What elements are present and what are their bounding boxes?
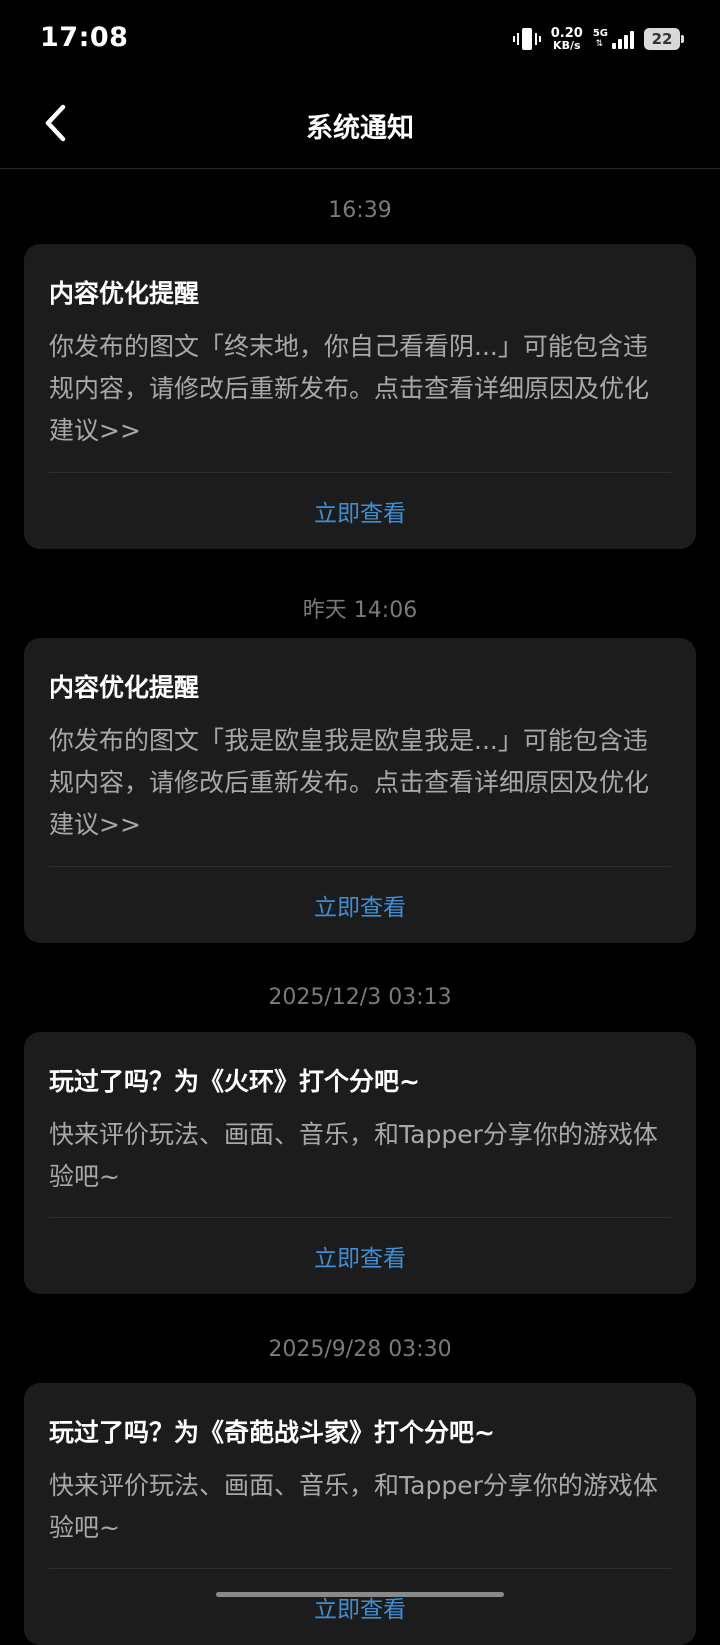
battery-level: 22 <box>651 30 673 48</box>
notification-card: 内容优化提醒 你发布的图文「终末地，你自己看看阴...」可能包含违规内容，请修改… <box>24 244 696 549</box>
status-time: 17:08 <box>40 22 129 53</box>
home-indicator[interactable] <box>216 1592 504 1597</box>
notification-body: 你发布的图文「终末地，你自己看看阴...」可能包含违规内容，请修改后重新发布。点… <box>49 332 650 445</box>
notification-title: 内容优化提醒 <box>49 279 200 308</box>
battery-icon: 22 <box>644 28 684 50</box>
card-divider <box>49 866 671 867</box>
signal-bar <box>612 43 616 49</box>
notification-timestamp: 2025/9/28 03:30 <box>268 1337 452 1362</box>
network-type: 5G <box>592 28 608 39</box>
notification-title: 玩过了吗？为《奇葩战斗家》打个分吧~ <box>49 1418 495 1447</box>
status-icons: 0.20 KB/s 5G ⇅ 22 <box>512 24 684 54</box>
data-arrows-icon: ⇅ <box>595 39 604 49</box>
status-bar: 17:08 0.20 KB/s 5G ⇅ 22 <box>0 0 720 80</box>
view-now-button[interactable]: 立即查看 <box>24 1239 696 1273</box>
notification-body: 快来评价玩法、画面、音乐，和Tapper分享你的游戏体验吧~ <box>49 1120 658 1191</box>
view-now-button[interactable]: 立即查看 <box>24 494 696 528</box>
network-speed: 0.20 KB/s <box>551 27 583 51</box>
notification-timestamp: 2025/12/3 03:13 <box>268 985 452 1010</box>
vibrate-icon <box>512 28 541 50</box>
notification-title: 玩过了吗？为《火环》打个分吧~ <box>49 1067 420 1096</box>
notification-card: 玩过了吗？为《火环》打个分吧~ 快来评价玩法、画面、音乐，和Tapper分享你的… <box>24 1032 696 1294</box>
page-title: 系统通知 <box>306 113 414 144</box>
signal-bar <box>630 31 634 49</box>
header: 系统通知 <box>0 80 720 169</box>
notification-card: 玩过了吗？为《奇葩战斗家》打个分吧~ 快来评价玩法、画面、音乐，和Tapper分… <box>24 1383 696 1645</box>
card-divider <box>49 1568 671 1569</box>
card-divider <box>49 472 671 473</box>
notification-card: 内容优化提醒 你发布的图文「我是欧皇我是欧皇我是...」可能包含违规内容，请修改… <box>24 638 696 943</box>
view-now-button[interactable]: 立即查看 <box>24 888 696 922</box>
notification-body: 快来评价玩法、画面、音乐，和Tapper分享你的游戏体验吧~ <box>49 1471 658 1542</box>
notification-timestamp: 昨天 14:06 <box>302 598 418 623</box>
signal-bar <box>624 35 628 49</box>
signal-icon: 5G ⇅ <box>593 29 634 49</box>
notification-title: 内容优化提醒 <box>49 673 200 702</box>
signal-bar <box>618 39 622 49</box>
notification-body: 你发布的图文「我是欧皇我是欧皇我是...」可能包含违规内容，请修改后重新发布。点… <box>49 726 650 839</box>
notification-timestamp: 16:39 <box>328 198 392 223</box>
card-divider <box>49 1217 671 1218</box>
network-speed-unit: KB/s <box>553 39 581 52</box>
